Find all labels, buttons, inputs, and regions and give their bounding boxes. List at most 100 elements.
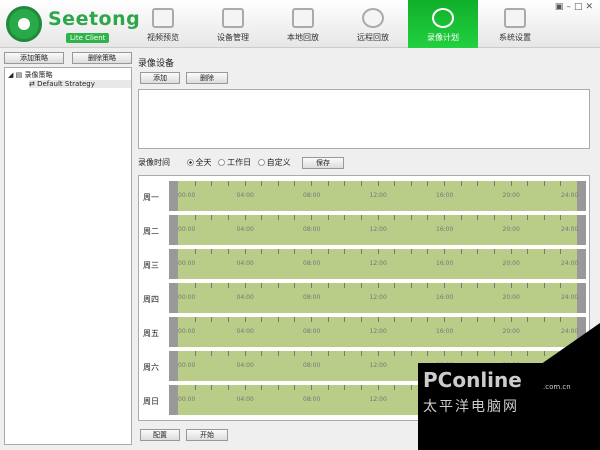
hour-tick [543,351,545,356]
hour-tick [194,249,196,254]
hour-tick [211,283,213,288]
hour-tick [327,351,329,356]
hour-tick [460,351,462,356]
day-label: 周四 [143,295,159,304]
hour-tick [460,215,462,220]
hour-label: 20:00 [502,328,520,335]
config-button[interactable]: 配置 [140,429,180,441]
radio-workday[interactable]: 工作日 [218,158,251,167]
timeline-start-cap [169,283,178,313]
hour-tick [294,249,296,254]
tab-remote-playback[interactable]: 远程回放 [338,0,408,48]
hour-tick [560,249,562,254]
hour-tick [410,385,412,390]
hour-label: 04:00 [236,226,254,233]
hour-tick [227,385,229,390]
hour-tick [493,283,495,288]
tab-system-settings[interactable]: 系统设置 [480,0,550,48]
add-device-button[interactable]: 添加 [140,72,180,84]
hour-tick [277,249,279,254]
day-label: 周一 [143,193,159,202]
hour-tick [277,385,279,390]
close-icon[interactable]: ✕ [585,2,596,12]
hour-label: 00:00 [178,396,196,403]
tab-video-preview[interactable]: 视频预览 [128,0,198,48]
hour-tick [227,249,229,254]
expand-icon[interactable]: ◢ ▤ [8,71,24,79]
timeline-start-cap [169,215,178,245]
add-strategy-button[interactable]: 添加策略 [4,52,64,64]
user-icon[interactable]: ▣ [555,2,567,12]
hour-label: 12:00 [369,226,387,233]
maximize-icon[interactable]: □ [574,2,586,12]
timeline-end-cap [577,215,586,245]
tree-item-label: Default Strategy [37,80,95,88]
hour-tick [194,283,196,288]
hour-tick [527,317,529,322]
hour-tick [377,385,379,390]
day-timeline[interactable]: 00:00 04:00 08:00 12:00 16:00 20:00 24:00 [169,283,586,313]
hour-tick [444,181,445,186]
hour-tick [560,215,562,220]
tree-item-default[interactable]: ⇄ Default Strategy [29,80,131,88]
hour-tick [311,385,312,390]
hour-label: 12:00 [369,396,387,403]
tab-label: 远程回放 [357,33,389,42]
hour-tick [427,283,429,288]
device-list[interactable] [138,89,590,149]
day-timeline[interactable]: 00:00 04:00 08:00 12:00 16:00 20:00 24:00 [169,317,586,347]
hour-label: 16:00 [436,192,454,199]
hour-tick [327,181,329,186]
day-timeline[interactable]: 00:00 04:00 08:00 12:00 16:00 20:00 24:00 [169,181,586,211]
hour-tick [427,215,429,220]
hour-tick [510,181,512,186]
delete-strategy-button[interactable]: 删除策略 [72,52,132,64]
hour-tick [277,215,279,220]
tab-device-management[interactable]: 设备管理 [198,0,268,48]
tree-root[interactable]: ◢ ▤ 录像策略 [8,70,52,80]
save-button[interactable]: 保存 [302,157,344,169]
hour-label: 04:00 [236,260,254,267]
timeline-start-cap [169,317,178,347]
hour-label: 08:00 [303,396,321,403]
hour-tick [194,215,196,220]
hour-tick [410,317,412,322]
minimize-icon[interactable]: – [566,2,574,12]
hour-tick [211,181,213,186]
day-label: 周日 [143,397,159,406]
day-label: 周五 [143,329,159,338]
radio-custom[interactable]: 自定义 [257,158,291,167]
hour-tick [360,181,362,186]
hour-tick [294,181,296,186]
hour-tick [344,283,346,288]
hour-tick [227,215,229,220]
hour-label: 24:00 [561,260,579,267]
tab-record-plan[interactable]: 录像计划 [408,0,478,48]
radio-all-day[interactable]: 全天 [186,158,212,167]
start-button[interactable]: 开始 [186,429,228,441]
hour-tick [360,249,362,254]
hour-tick [244,181,246,186]
hour-label: 00:00 [178,226,196,233]
hour-tick [427,351,429,356]
hour-tick [194,351,196,356]
hour-tick [543,283,545,288]
hour-tick [460,249,462,254]
hour-tick [211,215,213,220]
hour-tick [211,249,213,254]
hour-tick [360,215,362,220]
delete-device-button[interactable]: 删除 [186,72,228,84]
day-timeline[interactable]: 00:00 04:00 08:00 12:00 16:00 20:00 24:00 [169,215,586,245]
day-timeline[interactable]: 00:00 04:00 08:00 12:00 16:00 20:00 24:00 [169,249,586,279]
hour-tick [294,215,296,220]
hour-tick [410,181,412,186]
tab-local-playback[interactable]: 本地回放 [268,0,338,48]
section-title: 录像设备 [138,59,175,69]
hour-label: 12:00 [369,260,387,267]
hour-tick [493,249,495,254]
hour-tick [460,317,462,322]
hour-tick [460,283,462,288]
timeline-end-cap [577,283,586,313]
hour-tick [427,181,429,186]
day-label: 周三 [143,261,159,270]
